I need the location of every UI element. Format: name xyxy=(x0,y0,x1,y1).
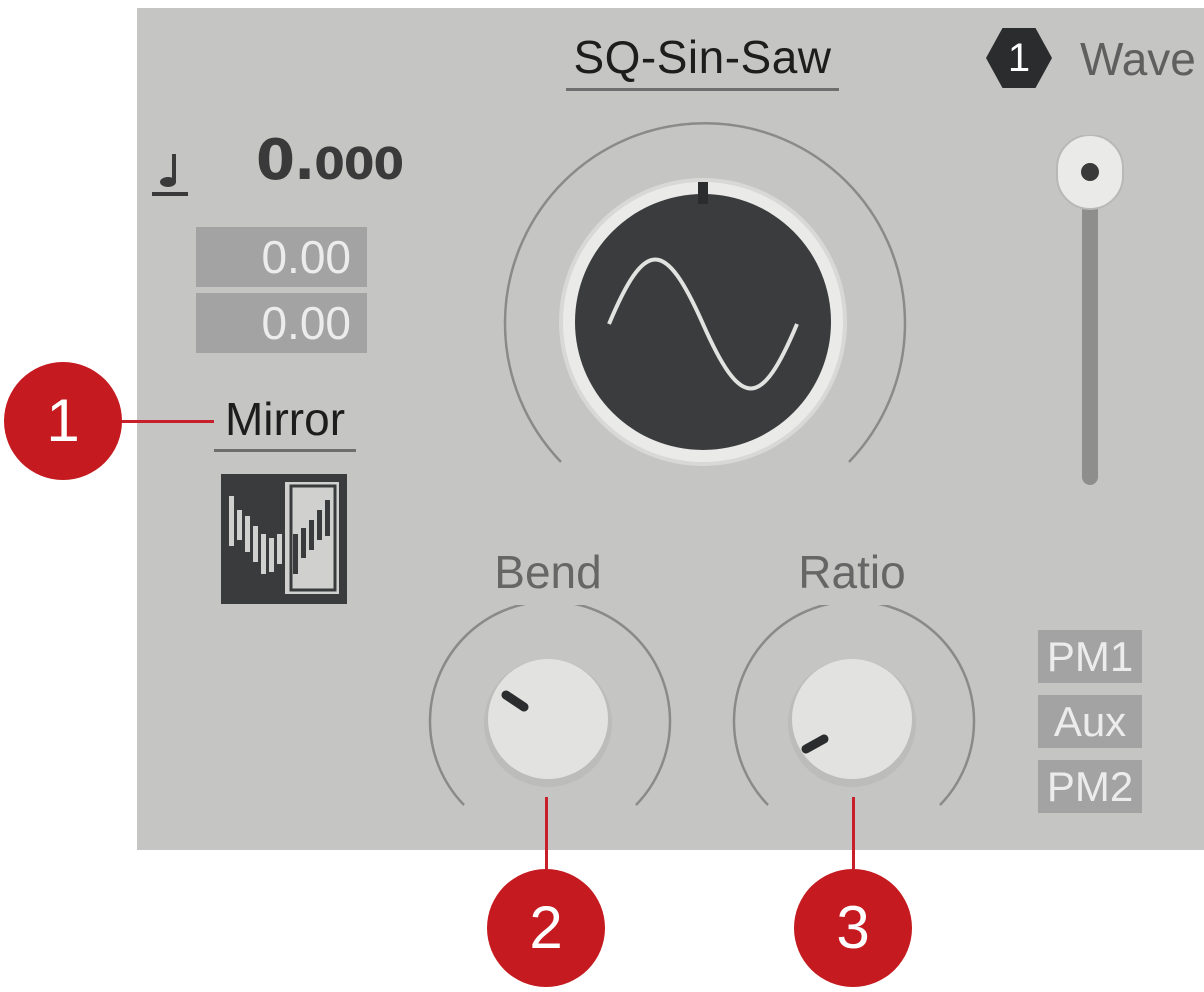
mode-selector[interactable]: SQ-Sin-Saw xyxy=(565,30,840,84)
mod-tag-pm1[interactable]: PM1 xyxy=(1038,630,1142,683)
mod-tag-aux[interactable]: Aux xyxy=(1038,695,1142,748)
callout-1-line xyxy=(118,420,214,423)
bend-label: Bend xyxy=(494,546,602,598)
callout-2: 2 xyxy=(487,869,605,987)
section-label: Wave xyxy=(1080,33,1196,85)
wave-knob[interactable] xyxy=(495,118,915,478)
eighth-note-icon[interactable] xyxy=(152,150,188,198)
mod-tag-pm2[interactable]: PM2 xyxy=(1038,760,1142,813)
wave-slider[interactable] xyxy=(1050,135,1130,490)
callout-2-line xyxy=(545,797,548,869)
mirror-selector[interactable]: Mirror xyxy=(214,392,356,446)
bend-knob[interactable] xyxy=(420,605,680,815)
value-box-1[interactable]: 0.00 xyxy=(196,227,367,287)
callout-3-line xyxy=(852,797,855,869)
mirror-underline xyxy=(214,449,356,452)
main-value-display[interactable]: 0.000 xyxy=(256,128,404,193)
mode-underline xyxy=(566,88,839,91)
callout-1: 1 xyxy=(4,362,122,480)
mirror-waveform-icon[interactable] xyxy=(221,474,347,604)
value-box-2[interactable]: 0.00 xyxy=(196,293,367,353)
ratio-knob[interactable] xyxy=(724,605,984,815)
main-value-dec: 000 xyxy=(314,139,404,190)
ratio-label: Ratio xyxy=(798,546,906,598)
main-value-int: 0. xyxy=(256,128,315,193)
callout-3: 3 xyxy=(794,869,912,987)
